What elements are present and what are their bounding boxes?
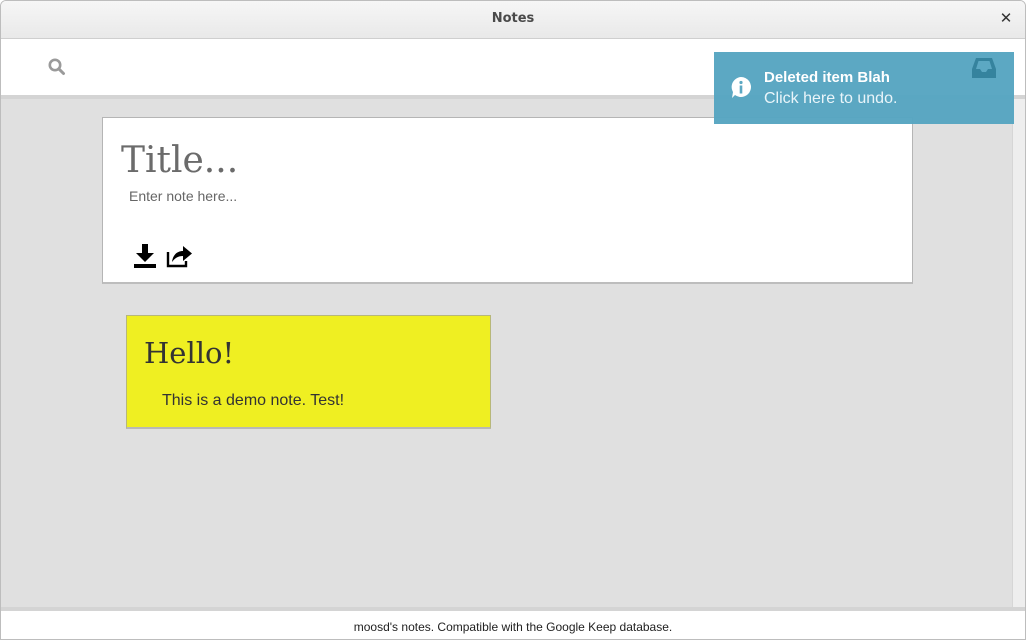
notification-title: Deleted item Blah [764, 69, 890, 86]
undo-notification[interactable]: Deleted item Blah Click here to undo. [714, 52, 1014, 124]
note-title-input[interactable] [121, 138, 681, 182]
scrollbar[interactable] [1012, 99, 1025, 607]
app-window: Notes ✕ Title... Enter note here... Hell… [0, 0, 1026, 640]
download-button[interactable] [131, 242, 159, 270]
inbox-button[interactable] [971, 56, 997, 80]
close-button[interactable]: ✕ [997, 9, 1015, 27]
note-editor [102, 117, 913, 284]
share-icon [166, 246, 192, 268]
note-title: Hello! [144, 336, 235, 370]
search-icon [48, 58, 65, 75]
search-button[interactable] [47, 57, 67, 77]
title-bar: Notes ✕ [1, 1, 1025, 39]
share-button[interactable] [165, 242, 193, 270]
note-card[interactable]: Hello! This is a demo note. Test! [126, 315, 491, 429]
status-bar: moosd's notes. Compatible with the Googl… [1, 607, 1025, 639]
inbox-icon [972, 58, 996, 78]
info-icon [731, 77, 751, 98]
window-title: Notes [491, 11, 535, 26]
close-icon: ✕ [999, 9, 1013, 27]
note-body-input[interactable] [129, 186, 869, 206]
status-text: moosd's notes. Compatible with the Googl… [353, 620, 673, 634]
notification-message[interactable]: Click here to undo. [764, 90, 897, 108]
download-icon [134, 244, 156, 268]
note-body: This is a demo note. Test! [162, 392, 345, 409]
